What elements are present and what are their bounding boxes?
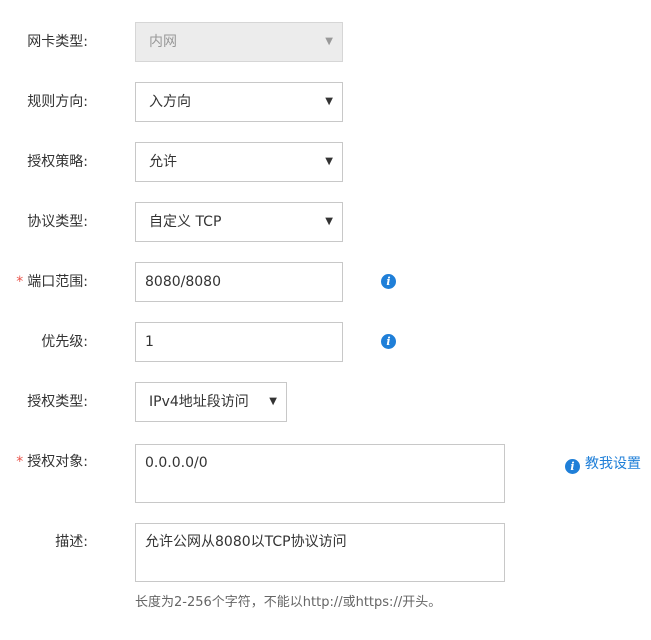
port-range-label: * 端口范围: (16, 262, 88, 302)
chevron-down-icon: ▼ (325, 216, 333, 227)
auth-object-textarea[interactable]: 0.0.0.0/0 (135, 444, 505, 503)
rule-direction-label: 规则方向: (27, 94, 88, 110)
chevron-down-icon: ▼ (269, 396, 277, 407)
info-icon[interactable]: i (381, 334, 396, 349)
auth-object-label-text: 授权对象: (27, 454, 88, 470)
port-range-input[interactable]: 8080/8080 (135, 262, 343, 302)
teach-me-link[interactable]: i 教我设置 (565, 455, 641, 474)
protocol-type-value: 自定义 TCP (149, 214, 222, 230)
auth-policy-label: 授权策略: (27, 154, 88, 170)
nic-type-select: 内网 ▼ (135, 22, 343, 62)
auth-policy-select[interactable]: 允许 ▼ (135, 142, 343, 182)
chevron-down-icon: ▼ (325, 96, 333, 107)
chevron-down-icon: ▼ (325, 156, 333, 167)
protocol-type-select[interactable]: 自定义 TCP ▼ (135, 202, 343, 242)
description-hint: 长度为2-256个字符，不能以http://或https://开头。 (135, 595, 442, 610)
nic-type-value: 内网 (149, 34, 177, 50)
protocol-type-label: 协议类型: (27, 214, 88, 230)
info-icon[interactable]: i (381, 274, 396, 289)
rule-direction-select[interactable]: 入方向 ▼ (135, 82, 343, 122)
auth-type-value: IPv4地址段访问 (149, 394, 249, 410)
auth-policy-value: 允许 (149, 154, 177, 170)
info-icon: i (565, 459, 580, 474)
priority-label: 优先级: (41, 334, 88, 350)
nic-type-label: 网卡类型: (27, 34, 88, 50)
port-range-label-text: 端口范围: (27, 274, 88, 290)
required-mark: * (16, 454, 24, 470)
description-label: 描述: (55, 534, 88, 550)
description-textarea[interactable]: 允许公网从8080以TCP协议访问 (135, 523, 505, 582)
required-mark: * (16, 274, 24, 290)
auth-object-label: * 授权对象: (16, 442, 88, 482)
auth-type-label: 授权类型: (27, 394, 88, 410)
teach-me-link-text: 教我设置 (585, 456, 641, 472)
auth-type-select[interactable]: IPv4地址段访问 ▼ (135, 382, 287, 422)
priority-input[interactable]: 1 (135, 322, 343, 362)
chevron-down-icon: ▼ (325, 36, 333, 47)
rule-direction-value: 入方向 (149, 94, 191, 110)
